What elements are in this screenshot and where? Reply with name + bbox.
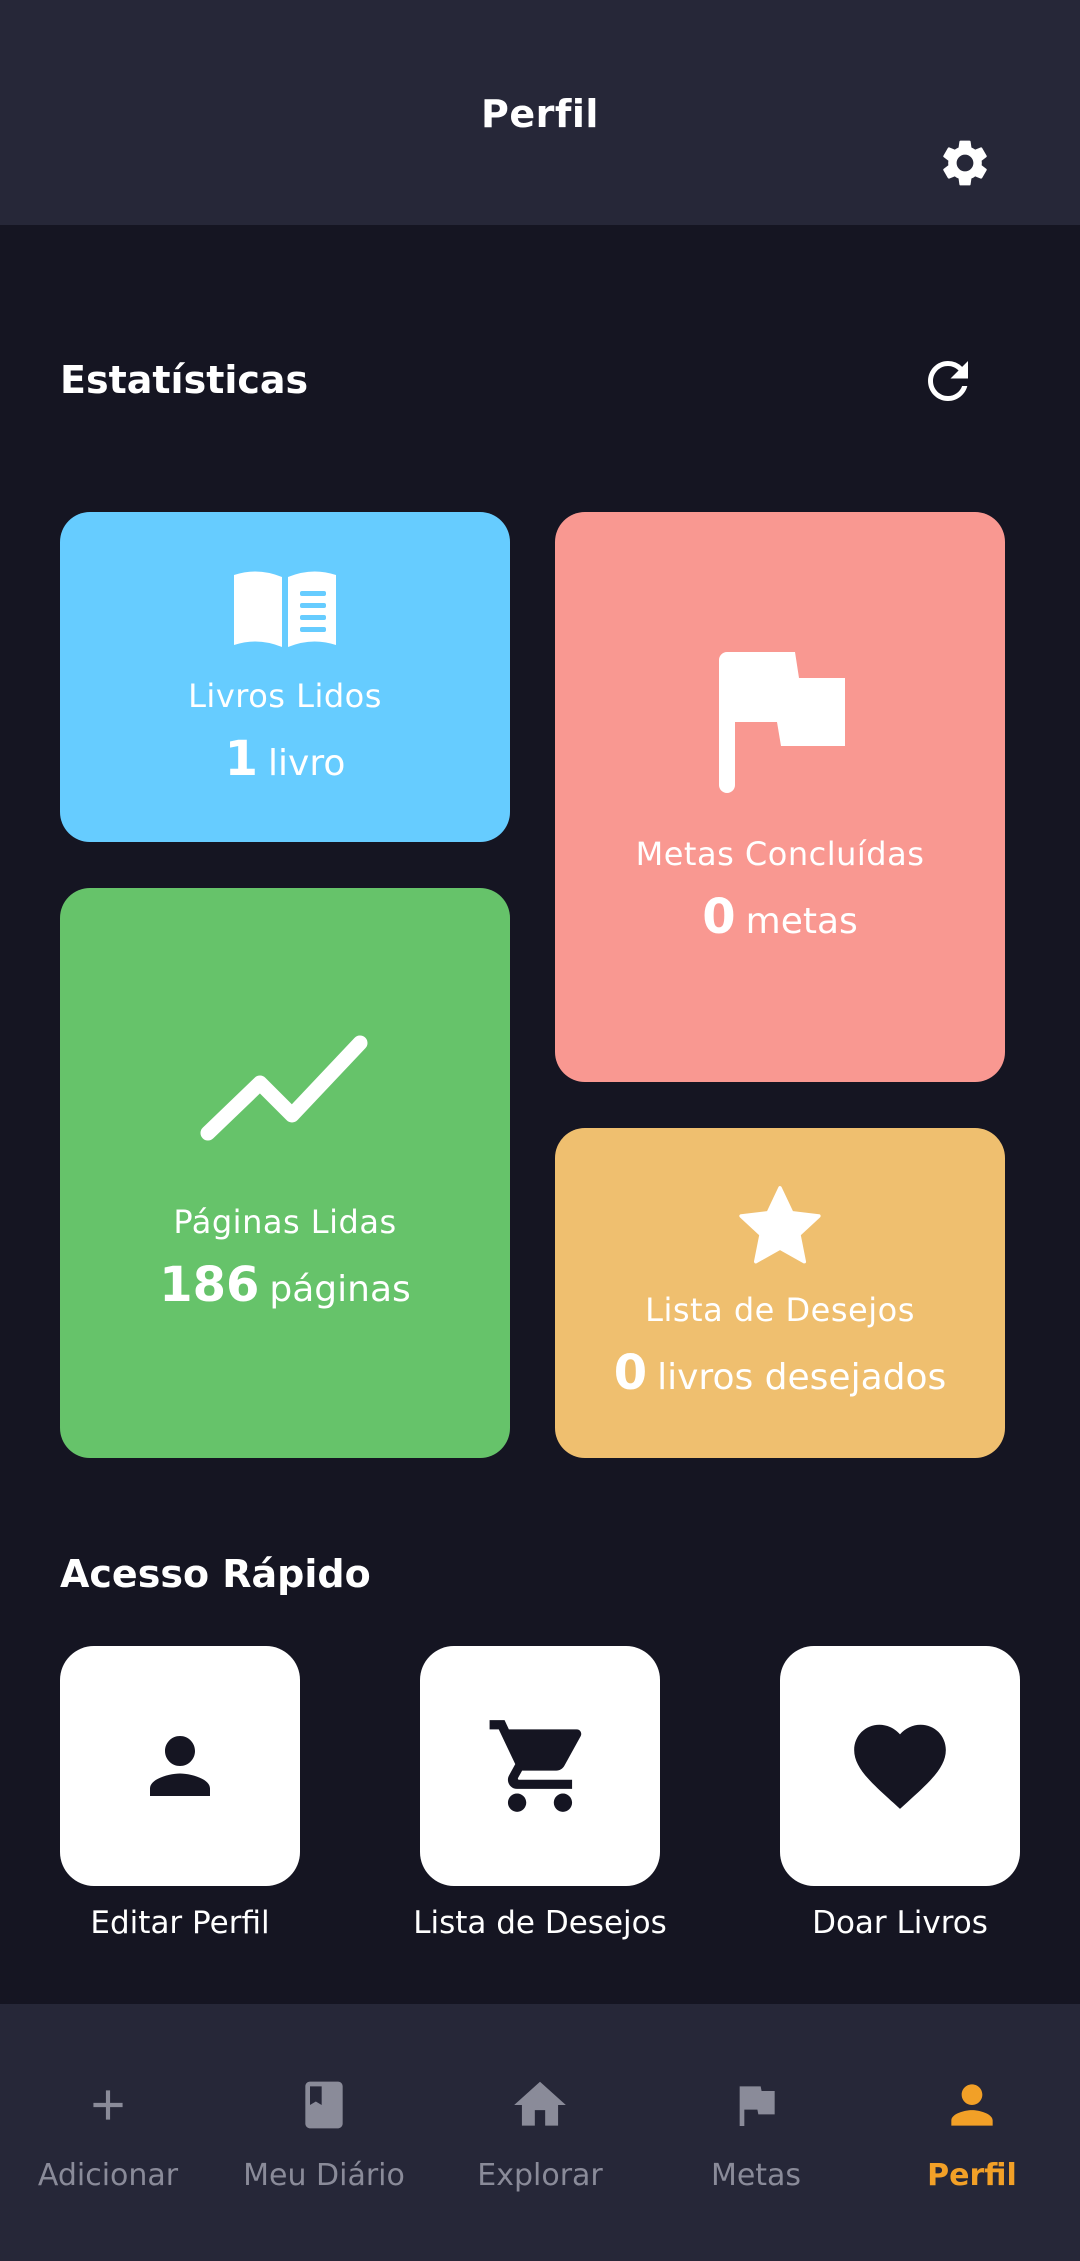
nav-item-metas[interactable]: Metas (648, 2004, 864, 2261)
page-title: Perfil (481, 92, 599, 136)
nav-label-explorar: Explorar (477, 2158, 603, 2193)
nav-item-explorar[interactable]: Explorar (432, 2004, 648, 2261)
person-icon (150, 1736, 210, 1796)
books-read-value: 1 livro (224, 731, 346, 787)
nav-label-adicionar: Adicionar (37, 2158, 179, 2193)
pages-read-value: 186 páginas (159, 1257, 411, 1313)
wishlist-quick-label: Lista de Desejos (413, 1905, 667, 1941)
wishlist-button[interactable] (420, 1646, 660, 1886)
person-icon (951, 2084, 993, 2126)
stats-section-title: Estatísticas (60, 358, 309, 402)
donate-books-label: Doar Livros (812, 1905, 988, 1941)
nav-label-metas: Metas (710, 2158, 802, 2193)
stat-card-pages-read[interactable]: Páginas Lidas 186 páginas (60, 888, 510, 1458)
nav-item-adicionar[interactable]: Adicionar (0, 2004, 216, 2261)
quick-access-title: Acesso Rápido (60, 1552, 371, 1596)
nav-label-meu-diario: Meu Diário (243, 2158, 405, 2193)
settings-button[interactable] (932, 130, 998, 196)
app-bar: Perfil (0, 0, 1080, 225)
star-icon (739, 1186, 821, 1264)
edit-profile-label: Editar Perfil (90, 1905, 270, 1941)
stat-card-wishlist[interactable]: Lista de Desejos 0 livros desejados (555, 1128, 1005, 1458)
refresh-button[interactable] (915, 346, 981, 416)
cart-icon (489, 1720, 582, 1812)
gear-icon (943, 140, 987, 186)
plus-icon (93, 2090, 123, 2120)
open-book-icon (234, 571, 336, 647)
home-icon (514, 2081, 566, 2126)
flag-icon (739, 2086, 775, 2126)
nav-item-meu-diario[interactable]: Meu Diário (216, 2004, 432, 2261)
stat-card-goals-completed[interactable]: Metas Concluídas 0 metas (555, 512, 1005, 1082)
heart-icon (854, 1724, 946, 1809)
trending-up-icon (200, 1035, 368, 1141)
wishlist-label: Lista de Desejos (645, 1291, 915, 1329)
pages-read-label: Páginas Lidas (173, 1203, 397, 1241)
bottom-navigation: Adicionar Meu Diário Explorar Metas Perf… (0, 2004, 1080, 2261)
edit-profile-button[interactable] (60, 1646, 300, 1886)
donate-books-button[interactable] (780, 1646, 1020, 1886)
books-read-label: Livros Lidos (188, 677, 382, 715)
wishlist-value: 0 livros desejados (613, 1345, 947, 1401)
goals-completed-value: 0 metas (702, 888, 858, 945)
goals-completed-label: Metas Concluídas (635, 834, 925, 873)
stat-card-books-read[interactable]: Livros Lidos 1 livro (60, 512, 510, 842)
refresh-icon (928, 361, 968, 401)
flag-icon (719, 651, 845, 793)
nav-label-perfil: Perfil (927, 2158, 1017, 2193)
book-icon (305, 2081, 343, 2129)
nav-item-perfil[interactable]: Perfil (864, 2004, 1080, 2261)
